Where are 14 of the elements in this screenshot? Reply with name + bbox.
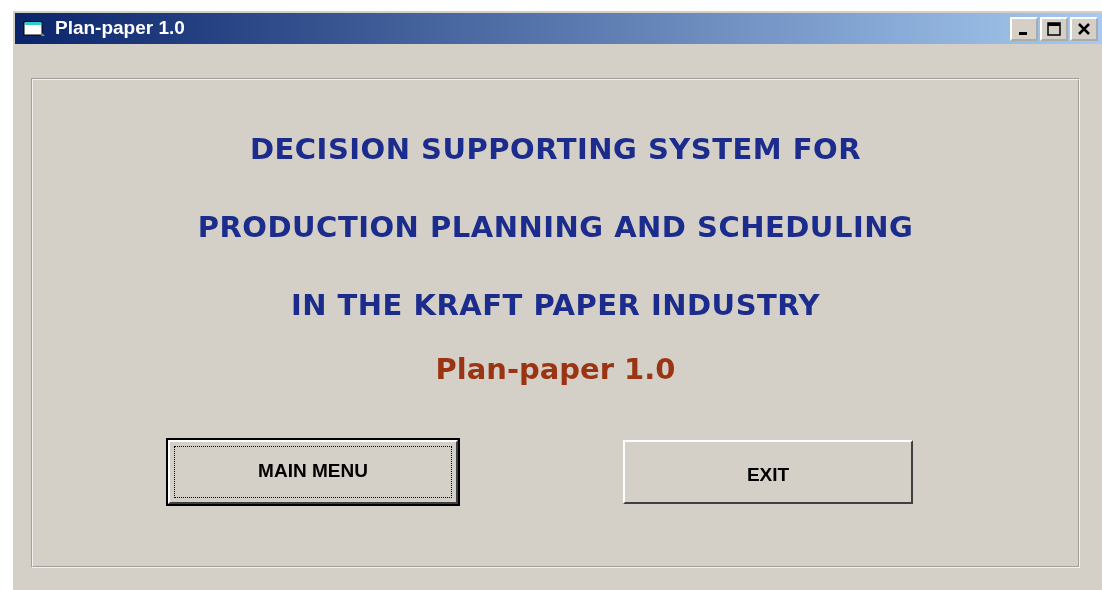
command-button[interactable]: MAIN MENU — [168, 439, 458, 504]
maximize-icon — [1047, 21, 1061, 36]
heading-line: IN THE KRAFT PAPER INDUSTRY — [290, 287, 821, 324]
minimize-button[interactable] — [1010, 16, 1038, 41]
close-button[interactable] — [1070, 16, 1098, 41]
heading-line: PRODUCTION PLANNING AND SCHEDULING — [197, 209, 914, 246]
version-label: Plan-paper 1.0 — [435, 351, 676, 388]
command-button[interactable]: EXIT — [623, 439, 913, 504]
heading-line: DECISION SUPPORTING SYSTEM FOR — [249, 131, 862, 168]
app-icon — [23, 18, 47, 39]
window-title: Plan-paper 1.0 — [55, 16, 185, 41]
minimize-icon — [1018, 31, 1027, 35]
maximize-button[interactable] — [1040, 16, 1068, 41]
close-icon — [1077, 21, 1091, 36]
